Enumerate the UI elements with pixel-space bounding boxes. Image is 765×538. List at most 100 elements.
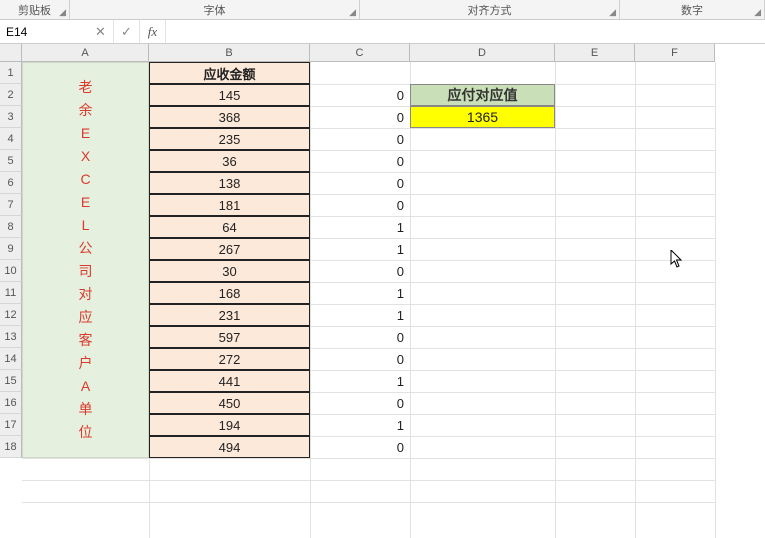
cell-C15[interactable]: 1 (310, 370, 410, 392)
cell-A-merged[interactable]: 老余EXCEL公司对应客户A单位 (22, 62, 149, 458)
dialog-launcher-icon[interactable]: ◢ (609, 7, 616, 18)
vertical-text-char: 司 (79, 261, 93, 282)
cell-B-header[interactable]: 应收金额 (149, 62, 310, 84)
row-header-10[interactable]: 10 (0, 260, 22, 282)
column-header-B[interactable]: B (149, 44, 310, 62)
gridline (22, 480, 715, 481)
cell-B6[interactable]: 138 (149, 172, 310, 194)
cell-C2[interactable]: 0 (310, 84, 410, 106)
gridline (22, 458, 715, 459)
row-headers: 123456789101112131415161718 (0, 62, 22, 458)
row-header-9[interactable]: 9 (0, 238, 22, 260)
row-header-8[interactable]: 8 (0, 216, 22, 238)
row-header-15[interactable]: 15 (0, 370, 22, 392)
cell-B7[interactable]: 181 (149, 194, 310, 216)
ribbon-group-clipboard[interactable]: 剪贴板 ◢ (0, 0, 70, 19)
cell-C13[interactable]: 0 (310, 326, 410, 348)
vertical-text-char: X (81, 146, 90, 167)
cell-C3[interactable]: 0 (310, 106, 410, 128)
cell-B17[interactable]: 194 (149, 414, 310, 436)
row-header-18[interactable]: 18 (0, 436, 22, 458)
vertical-text-char: 余 (79, 100, 93, 121)
ribbon-group-alignment[interactable]: 对齐方式 ◢ (360, 0, 620, 19)
cell-C14[interactable]: 0 (310, 348, 410, 370)
gridline (635, 62, 636, 538)
row-header-11[interactable]: 11 (0, 282, 22, 304)
cell-C9[interactable]: 1 (310, 238, 410, 260)
formula-bar-row: ▼ ✕ ✓ fx (0, 20, 765, 44)
cell-D-header[interactable]: 应付对应值 (410, 84, 555, 106)
cell-C4[interactable]: 0 (310, 128, 410, 150)
ribbon-label-font: 字体 (204, 2, 226, 18)
vertical-text-char: E (81, 123, 90, 144)
row-header-4[interactable]: 4 (0, 128, 22, 150)
column-headers: ABCDEF (22, 44, 715, 62)
cell-B16[interactable]: 450 (149, 392, 310, 414)
vertical-text-char: 应 (79, 307, 93, 328)
dialog-launcher-icon[interactable]: ◢ (349, 7, 356, 18)
vertical-text-char: C (80, 169, 90, 190)
cell-B10[interactable]: 30 (149, 260, 310, 282)
row-header-14[interactable]: 14 (0, 348, 22, 370)
ribbon-group-number[interactable]: 数字 ◢ (620, 0, 765, 19)
cell-C6[interactable]: 0 (310, 172, 410, 194)
cell-B3[interactable]: 368 (149, 106, 310, 128)
cell-B2[interactable]: 145 (149, 84, 310, 106)
vertical-text-char: 公 (79, 238, 93, 259)
cell-C7[interactable]: 0 (310, 194, 410, 216)
cell-C12[interactable]: 1 (310, 304, 410, 326)
gridline (22, 502, 715, 503)
row-header-7[interactable]: 7 (0, 194, 22, 216)
row-header-6[interactable]: 6 (0, 172, 22, 194)
select-all-corner[interactable] (0, 44, 22, 62)
row-header-16[interactable]: 16 (0, 392, 22, 414)
cancel-formula-icon[interactable]: ✕ (88, 20, 114, 43)
ribbon-label-number: 数字 (681, 2, 703, 18)
cell-C18[interactable]: 0 (310, 436, 410, 458)
row-header-12[interactable]: 12 (0, 304, 22, 326)
vertical-text-char: 单 (79, 399, 93, 420)
cell-C17[interactable]: 1 (310, 414, 410, 436)
row-header-1[interactable]: 1 (0, 62, 22, 84)
cell-C11[interactable]: 1 (310, 282, 410, 304)
column-header-F[interactable]: F (635, 44, 715, 62)
gridline (555, 62, 556, 538)
vertical-text-char: E (81, 192, 90, 213)
gridline (715, 62, 716, 538)
fx-icon[interactable]: fx (140, 20, 166, 43)
ribbon-bar: 剪贴板 ◢ 字体 ◢ 对齐方式 ◢ 数字 ◢ (0, 0, 765, 20)
mouse-cursor-icon (670, 250, 684, 268)
row-header-17[interactable]: 17 (0, 414, 22, 436)
cell-B5[interactable]: 36 (149, 150, 310, 172)
dialog-launcher-icon[interactable]: ◢ (754, 7, 761, 18)
cell-B14[interactable]: 272 (149, 348, 310, 370)
row-header-3[interactable]: 3 (0, 106, 22, 128)
ribbon-group-font[interactable]: 字体 ◢ (70, 0, 360, 19)
cell-B4[interactable]: 235 (149, 128, 310, 150)
cell-D-value[interactable]: 1365 (410, 106, 555, 128)
column-header-D[interactable]: D (410, 44, 555, 62)
vertical-text-char: 对 (79, 284, 93, 305)
cell-B18[interactable]: 494 (149, 436, 310, 458)
column-header-C[interactable]: C (310, 44, 410, 62)
cell-B11[interactable]: 168 (149, 282, 310, 304)
column-header-E[interactable]: E (555, 44, 635, 62)
dialog-launcher-icon[interactable]: ◢ (59, 7, 66, 18)
row-header-2[interactable]: 2 (0, 84, 22, 106)
cell-C8[interactable]: 1 (310, 216, 410, 238)
column-header-A[interactable]: A (22, 44, 149, 62)
row-header-5[interactable]: 5 (0, 150, 22, 172)
row-header-13[interactable]: 13 (0, 326, 22, 348)
name-box: ▼ (0, 20, 88, 43)
formula-buttons: ✕ ✓ fx (88, 20, 166, 43)
formula-input[interactable] (166, 20, 765, 43)
cell-B9[interactable]: 267 (149, 238, 310, 260)
cell-C5[interactable]: 0 (310, 150, 410, 172)
cell-C16[interactable]: 0 (310, 392, 410, 414)
cell-B8[interactable]: 64 (149, 216, 310, 238)
cell-B13[interactable]: 597 (149, 326, 310, 348)
cell-B15[interactable]: 441 (149, 370, 310, 392)
accept-formula-icon[interactable]: ✓ (114, 20, 140, 43)
cell-B12[interactable]: 231 (149, 304, 310, 326)
cell-C10[interactable]: 0 (310, 260, 410, 282)
